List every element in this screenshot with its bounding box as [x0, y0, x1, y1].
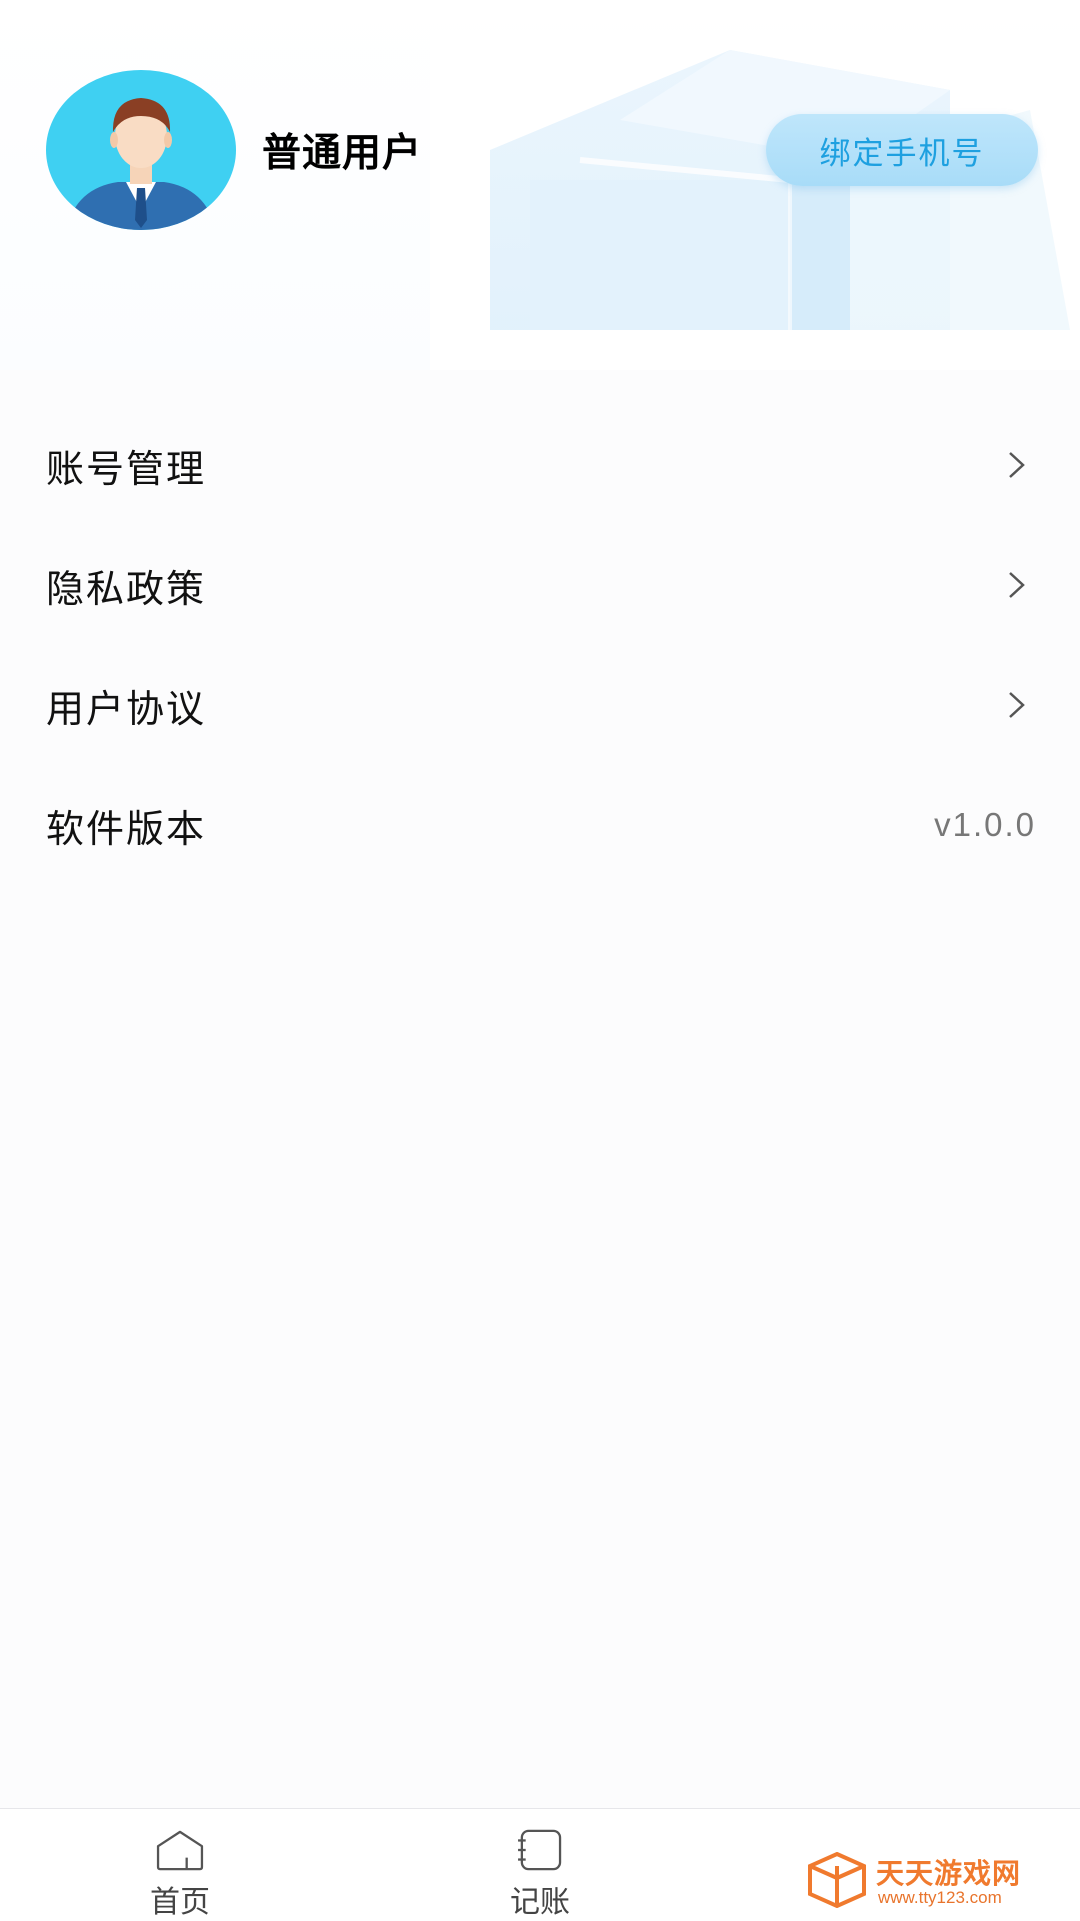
chevron-right-icon — [1009, 572, 1025, 598]
header-decoration — [430, 30, 1080, 370]
chevron-right-icon — [1009, 452, 1025, 478]
tab-home[interactable]: 首页 — [80, 1809, 280, 1921]
menu-item-label: 用户协议 — [46, 686, 207, 731]
home-icon — [156, 1830, 204, 1871]
watermark-logo-icon — [808, 1851, 866, 1909]
menu-item-label: 账号管理 — [46, 446, 207, 491]
notebook-icon — [518, 1829, 562, 1871]
tab-label: 首页 — [150, 1885, 210, 1920]
watermark-url: www.tty123.com — [878, 1888, 1002, 1907]
menu-item-label: 软件版本 — [46, 806, 207, 851]
username: 普通用户 — [262, 131, 423, 176]
profile-header: 普通用户 绑定手机号 — [0, 0, 1080, 370]
menu-item-user-agreement[interactable]: 用户协议 — [0, 645, 1080, 765]
user-avatar-icon — [46, 70, 236, 230]
avatar[interactable] — [46, 70, 236, 230]
bind-phone-button[interactable]: 绑定手机号 — [766, 114, 1038, 186]
watermark-title: 天天游戏网 — [876, 1857, 1022, 1890]
menu-item-account-management[interactable]: 账号管理 — [0, 405, 1080, 525]
watermark: 天天游戏网 www.tty123.com — [806, 1851, 1036, 1912]
tab-bookkeeping[interactable]: 记账 — [440, 1809, 640, 1921]
menu-item-software-version: 软件版本 v1.0.0 — [0, 765, 1080, 885]
tab-label: 记账 — [510, 1885, 570, 1920]
settings-menu: 账号管理 隐私政策 用户协议 软件版本 v1.0.0 — [0, 405, 1080, 885]
chevron-right-icon — [1009, 692, 1025, 718]
menu-item-privacy-policy[interactable]: 隐私政策 — [0, 525, 1080, 645]
version-value: v1.0.0 — [934, 806, 1036, 843]
menu-item-label: 隐私政策 — [46, 566, 207, 611]
